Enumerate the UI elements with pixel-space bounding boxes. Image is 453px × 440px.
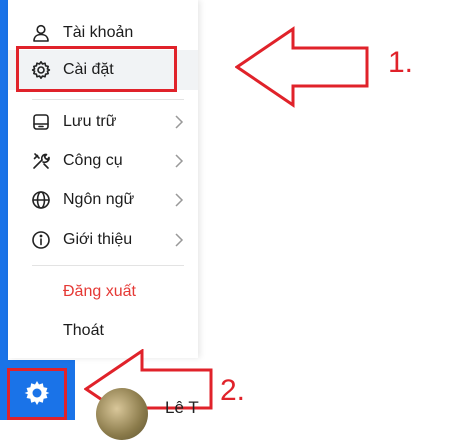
annotation-highlight-settings xyxy=(16,46,177,92)
menu-item-tools[interactable]: Công cụ xyxy=(8,141,198,181)
chevron-right-icon xyxy=(174,232,184,248)
annotation-step-2: 2. xyxy=(220,374,246,407)
user-icon xyxy=(31,23,51,43)
menu-item-logout[interactable]: Đăng xuất xyxy=(8,272,198,312)
menu-divider xyxy=(32,99,184,100)
avatar[interactable] xyxy=(96,388,148,440)
menu-item-about[interactable]: Giới thiệu xyxy=(8,220,198,260)
menu-item-label: Công cụ xyxy=(63,152,123,169)
chevron-right-icon xyxy=(174,153,184,169)
tools-icon xyxy=(31,151,51,171)
annotation-step-1: 1. xyxy=(388,46,414,79)
menu-item-exit[interactable]: Thoát xyxy=(8,311,198,351)
menu-item-label: Ngôn ngữ xyxy=(63,191,135,208)
storage-icon xyxy=(31,112,51,132)
menu-item-language[interactable]: Ngôn ngữ xyxy=(8,180,198,220)
annotation-highlight-gear xyxy=(7,368,67,420)
chevron-right-icon xyxy=(174,114,184,130)
menu-item-label: Giới thiệu xyxy=(63,231,133,248)
menu-item-storage[interactable]: Lưu trữ xyxy=(8,102,198,142)
user-name: Lê T xyxy=(165,398,199,417)
exit-label: Thoát xyxy=(63,322,104,339)
menu-divider xyxy=(32,265,184,266)
left-sidebar-strip xyxy=(0,0,8,420)
logout-label: Đăng xuất xyxy=(63,283,136,300)
annotation-arrow-1 xyxy=(235,26,369,108)
menu-item-label: Tài khoản xyxy=(63,24,134,41)
info-icon xyxy=(31,230,51,250)
chevron-right-icon xyxy=(174,192,184,208)
globe-icon xyxy=(31,190,51,210)
menu-item-label: Lưu trữ xyxy=(63,113,117,130)
